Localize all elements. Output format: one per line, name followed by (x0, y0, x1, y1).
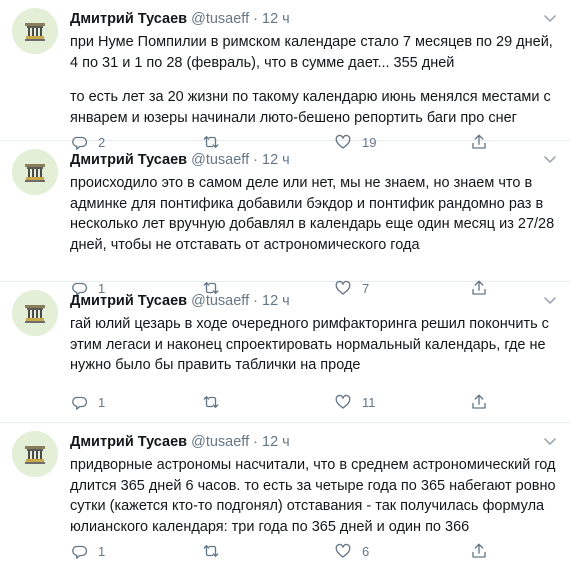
share-button[interactable] (470, 541, 490, 561)
tweet-paragraph: происходило это в самом деле или нет, мы… (70, 175, 555, 253)
retweet-button[interactable] (202, 392, 334, 412)
separator: · (253, 293, 258, 309)
tweet-paragraph: при Нуме Помпилии в римском календаре ст… (70, 34, 553, 71)
chevron-down-icon[interactable] (542, 10, 558, 26)
like-button[interactable]: 11 (334, 392, 466, 412)
tweet-paragraph: гай юлий цезарь в ходе очередного римфак… (70, 316, 549, 373)
author-name[interactable]: Дмитрий Тусаев (70, 434, 187, 450)
like-count: 11 (362, 394, 376, 410)
reply-icon (72, 396, 88, 410)
reply-count: 1 (98, 394, 106, 410)
tweet-actions: 1 6 (70, 541, 486, 561)
tweet-text: гай юлий цезарь в ходе очередного римфак… (70, 314, 562, 376)
like-button[interactable]: 6 (334, 541, 466, 561)
separator: · (253, 434, 258, 450)
chevron-down-icon[interactable] (542, 292, 558, 308)
tweet-text: придворные астрономы насчитали, что в ср… (70, 455, 562, 537)
separator: · (253, 11, 258, 27)
tweet-text: происходило это в самом деле или нет, мы… (70, 173, 562, 255)
avatar[interactable] (12, 431, 58, 477)
tweet-time[interactable]: 12 ч (262, 293, 290, 309)
tweet[interactable]: Дмитрий Тусаев @tusaeff · 12 ч происходи… (0, 141, 570, 296)
tweet-time[interactable]: 12 ч (262, 152, 290, 168)
chevron-down-icon[interactable] (542, 151, 558, 167)
tweet[interactable]: Дмитрий Тусаев @tusaeff · 12 ч придворны… (0, 423, 570, 573)
reply-button[interactable]: 1 (70, 392, 202, 412)
tweet-text: при Нуме Помпилии в римском календаре ст… (70, 32, 562, 128)
author-handle[interactable]: @tusaeff (191, 293, 249, 309)
share-icon (472, 543, 486, 558)
heart-icon (335, 394, 351, 409)
tweet-header: Дмитрий Тусаев @tusaeff · 12 ч (70, 433, 562, 451)
reply-icon (72, 545, 88, 559)
reply-count: 1 (98, 543, 106, 559)
author-name[interactable]: Дмитрий Тусаев (70, 152, 187, 168)
share-icon (472, 394, 486, 409)
author-handle[interactable]: @tusaeff (191, 152, 249, 168)
tweet-time[interactable]: 12 ч (262, 11, 290, 27)
retweet-icon (203, 396, 219, 408)
separator: · (253, 152, 258, 168)
avatar[interactable] (12, 149, 58, 195)
author-handle[interactable]: @tusaeff (191, 11, 249, 27)
author-handle[interactable]: @tusaeff (191, 434, 249, 450)
heart-icon (335, 543, 351, 558)
tweet-header: Дмитрий Тусаев @tusaeff · 12 ч (70, 151, 562, 169)
retweet-icon (203, 545, 219, 557)
like-count: 6 (362, 543, 370, 559)
author-name[interactable]: Дмитрий Тусаев (70, 11, 187, 27)
retweet-button[interactable] (202, 541, 334, 561)
tweet-paragraph: то есть лет за 20 жизни по такому календ… (70, 89, 551, 126)
tweet-actions: 1 11 (70, 392, 486, 412)
share-button[interactable] (470, 392, 490, 412)
tweet-time[interactable]: 12 ч (262, 434, 290, 450)
tweet-header: Дмитрий Тусаев @tusaeff · 12 ч (70, 10, 562, 28)
tweet[interactable]: Дмитрий Тусаев @tusaeff · 12 ч гай юлий … (0, 282, 570, 423)
reply-button[interactable]: 1 (70, 541, 202, 561)
author-name[interactable]: Дмитрий Тусаев (70, 293, 187, 309)
tweet[interactable]: Дмитрий Тусаев @tusaeff · 12 ч при Нуме … (0, 0, 570, 150)
chevron-down-icon[interactable] (542, 433, 558, 449)
tweet-paragraph: придворные астрономы насчитали, что в ср… (70, 457, 556, 535)
avatar[interactable] (12, 8, 58, 54)
avatar[interactable] (12, 290, 58, 336)
tweet-header: Дмитрий Тусаев @tusaeff · 12 ч (70, 292, 562, 310)
